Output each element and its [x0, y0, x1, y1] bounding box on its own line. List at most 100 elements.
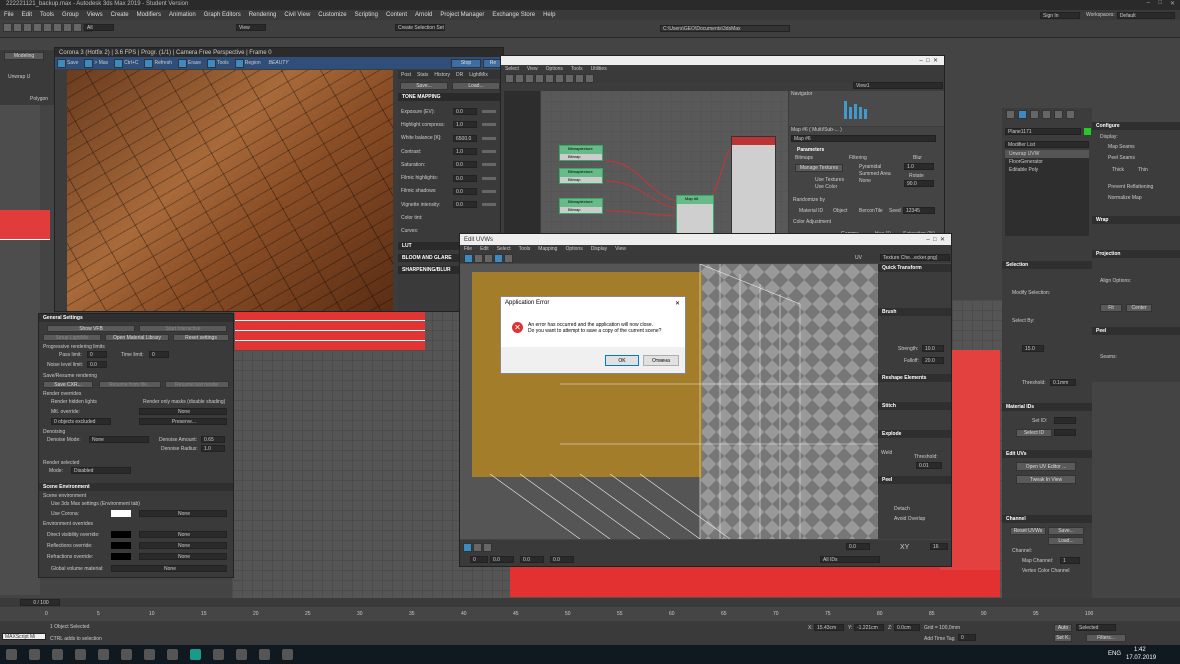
- explorer-icon[interactable]: [52, 649, 63, 660]
- rotate-icon[interactable]: [474, 253, 483, 263]
- mirror-icon[interactable]: [504, 253, 513, 263]
- 3dsmax-icon[interactable]: [190, 649, 201, 660]
- select-icon[interactable]: [53, 23, 62, 32]
- lang-indicator[interactable]: ENG: [1108, 651, 1121, 657]
- reshape-header[interactable]: Reshape Elements: [878, 374, 951, 382]
- map-channel-field[interactable]: 1: [1060, 557, 1080, 564]
- slate-menu-utilities[interactable]: Utilities: [587, 66, 611, 72]
- render-masks-checkbox[interactable]: Render only masks (disable shading): [143, 399, 225, 405]
- env-override-checkbox[interactable]: Reflections override:: [47, 543, 93, 549]
- show-vfb-button[interactable]: Show VFB: [47, 325, 135, 332]
- workspace-dropdown[interactable]: Default: [1116, 11, 1175, 19]
- env-override-slot[interactable]: None: [139, 542, 227, 549]
- strength-field[interactable]: 10.0: [922, 345, 944, 352]
- map-channel-radio[interactable]: Map Channel:: [1022, 558, 1053, 564]
- copy-icon[interactable]: [114, 58, 124, 68]
- thick-radio[interactable]: Thick: [1112, 167, 1124, 173]
- bitmap-node[interactable]: Bitmaptexture Bitmap: [559, 198, 603, 214]
- node-view[interactable]: Bitmaptexture Bitmap Bitmaptexture Bitmap Bi…: [541, 91, 788, 239]
- blur-field[interactable]: 1.0: [904, 163, 934, 170]
- undo-icon[interactable]: [3, 23, 12, 32]
- unwrap-label[interactable]: Unwrap U: [8, 74, 30, 80]
- edit-uvs-rollout[interactable]: Edit UVs: [1002, 450, 1092, 458]
- vfb-erase-label[interactable]: Erase: [188, 60, 201, 66]
- close-icon[interactable]: ✕: [1170, 0, 1175, 7]
- viewport-left[interactable]: [0, 105, 40, 595]
- vfb-ctrlc-label[interactable]: Ctrl+C: [124, 60, 138, 66]
- lay-children-icon[interactable]: [555, 73, 564, 83]
- tone-param-field[interactable]: 0.0: [453, 187, 477, 195]
- link-icon[interactable]: [23, 23, 32, 32]
- menu-edit[interactable]: Edit: [18, 12, 36, 18]
- current-frame-field[interactable]: 0: [958, 634, 976, 641]
- vfb-tab-history[interactable]: History: [431, 72, 453, 78]
- mod-threshold-field[interactable]: 0.1mm: [1050, 379, 1076, 386]
- menu-modifiers[interactable]: Modifiers: [133, 12, 165, 18]
- track-bar[interactable]: 0 5 10 15 20 25 30 35 40 45 50 55 60 65 70 75 80 85 90 95 10…: [0, 607, 1180, 621]
- projection-rollout[interactable]: Projection: [1092, 250, 1180, 258]
- tone-param-slider[interactable]: [482, 110, 496, 114]
- scene-env-header[interactable]: Scene Environment: [39, 483, 233, 491]
- time-limit-field[interactable]: 0: [149, 351, 169, 358]
- move-children-icon[interactable]: [525, 73, 534, 83]
- move-icon[interactable]: [464, 253, 473, 263]
- tools-icon[interactable]: [207, 58, 217, 68]
- peel-seams-checkbox[interactable]: Peel Seams: [1108, 155, 1135, 161]
- material-node[interactable]: [731, 136, 776, 239]
- ribbon-tab-modeling[interactable]: Modeling: [4, 52, 44, 60]
- tone-param-slider[interactable]: [482, 150, 496, 154]
- project-path[interactable]: C:\Users\GEO\Documents\3dsMax: [660, 25, 790, 32]
- modifier-stack-item[interactable]: Editable Poly: [1005, 166, 1089, 174]
- env-override-checkbox[interactable]: Direct visibility override:: [47, 532, 100, 538]
- uvw-menu-file[interactable]: File: [460, 246, 476, 252]
- y-coord-field[interactable]: -1.221cm: [854, 624, 884, 631]
- quick-transform-header[interactable]: Quick Transform: [878, 264, 951, 272]
- menu-create[interactable]: Create: [107, 12, 133, 18]
- use-max-radio[interactable]: Use 3ds Max settings (Environment tab): [51, 501, 140, 507]
- summed-area-radio[interactable]: Summed Area: [859, 171, 891, 177]
- settings-icon[interactable]: [282, 649, 293, 660]
- vertex-color-radio[interactable]: Vertex Color Channel: [1022, 568, 1070, 574]
- hierarchy-tab-icon[interactable]: [1030, 109, 1039, 119]
- bitmap-node[interactable]: Bitmaptexture Bitmap: [559, 168, 603, 184]
- hide-icon[interactable]: [535, 73, 544, 83]
- selection-rollout[interactable]: Selection: [1002, 261, 1092, 269]
- general-settings-header[interactable]: General Settings: [39, 314, 233, 322]
- bitmap-node[interactable]: Bitmaptexture Bitmap: [559, 145, 603, 161]
- menu-graph-editors[interactable]: Graph Editors: [200, 12, 245, 18]
- pick-icon[interactable]: [515, 73, 524, 83]
- uvw-u-field[interactable]: 0: [470, 556, 488, 563]
- noise-limit-field[interactable]: 0.0: [87, 361, 107, 368]
- thin-radio[interactable]: Thin: [1138, 167, 1148, 173]
- x-coord-field[interactable]: 15.43cm: [814, 624, 844, 631]
- menu-tools[interactable]: Tools: [36, 12, 58, 18]
- maximize-icon[interactable]: □: [1158, 0, 1162, 6]
- vfb-save-label[interactable]: Save: [67, 60, 78, 66]
- modifier-stack-item[interactable]: Unwrap UVW: [1005, 150, 1089, 158]
- tone-param-field[interactable]: 1.0: [453, 121, 477, 129]
- whatsapp-icon[interactable]: [259, 649, 270, 660]
- store-icon[interactable]: [213, 649, 224, 660]
- params-icon[interactable]: [585, 73, 594, 83]
- minimize-icon[interactable]: –: [1147, 0, 1150, 6]
- vfb-tools-label[interactable]: Tools: [217, 60, 229, 66]
- menu-file[interactable]: File: [0, 12, 18, 18]
- preserve-button[interactable]: Preserve...: [139, 418, 227, 425]
- corona-env-slot[interactable]: None: [139, 510, 227, 517]
- vfb-refresh-label[interactable]: Refresh: [154, 60, 172, 66]
- add-time-tag[interactable]: Add Time Tag: [924, 636, 954, 642]
- map-name-field[interactable]: Map #6: [791, 135, 936, 142]
- photoshop-icon[interactable]: [75, 649, 86, 660]
- corona-color-swatch[interactable]: [111, 510, 131, 517]
- menu-rendering[interactable]: Rendering: [245, 12, 281, 18]
- bind-icon[interactable]: [43, 23, 52, 32]
- env-override-swatch[interactable]: [111, 531, 131, 538]
- utilities-tab-icon[interactable]: [1066, 109, 1075, 119]
- filter-none-radio[interactable]: None: [859, 178, 871, 184]
- named-selection-dropdown[interactable]: Create Selection Set: [395, 24, 445, 31]
- use-corona-radio[interactable]: Use Corona:: [51, 511, 79, 517]
- open-uv-editor-button[interactable]: Open UV Editor ...: [1016, 462, 1076, 471]
- select-tool-icon[interactable]: [505, 73, 514, 83]
- vfb-tab-post[interactable]: Post: [398, 72, 414, 78]
- polygon-label[interactable]: Polygon: [30, 96, 48, 102]
